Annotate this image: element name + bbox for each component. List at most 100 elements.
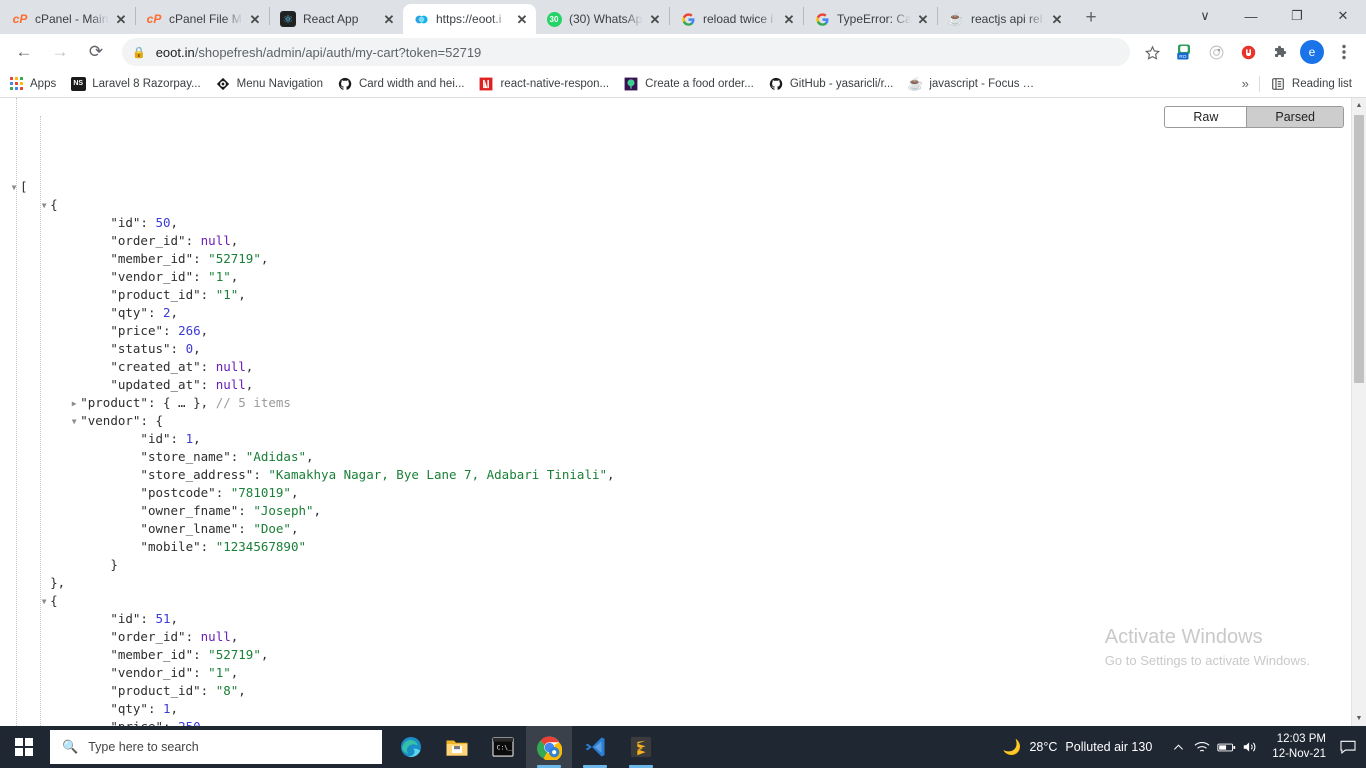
- json-line: "order_id": null,: [8, 232, 1351, 250]
- bookmark-item[interactable]: Menu Navigation: [215, 76, 323, 92]
- target-extension-icon[interactable]: [1203, 39, 1229, 65]
- json-token-k: "vendor": [80, 413, 141, 428]
- bookmark-item[interactable]: Card width and hei...: [337, 76, 464, 92]
- battery-icon[interactable]: [1214, 742, 1238, 753]
- taskbar-edge-icon[interactable]: [388, 726, 434, 768]
- bookmark-item[interactable]: NS Laravel 8 Razorpay...: [70, 76, 201, 92]
- bookmark-item[interactable]: react-native-respon...: [478, 76, 609, 92]
- bookmark-item[interactable]: GitHub - yasaricli/r...: [768, 76, 893, 92]
- json-line: "member_id": "52719",: [8, 646, 1351, 664]
- tab-search-button[interactable]: ∨: [1182, 0, 1228, 32]
- tab-close-icon[interactable]: ✕: [514, 11, 530, 27]
- json-token-p: : {: [140, 413, 164, 428]
- json-token-p: [: [20, 179, 28, 194]
- reload-button[interactable]: ⟳: [82, 38, 110, 66]
- cpanel-icon: cP: [12, 12, 28, 26]
- puzzle-extensions-icon[interactable]: [1267, 39, 1293, 65]
- collapse-triangle-icon[interactable]: [8, 179, 20, 197]
- json-token-k: "created_at": [110, 359, 201, 374]
- expand-triangle-icon[interactable]: [68, 395, 80, 413]
- tab-close-icon[interactable]: ✕: [915, 11, 931, 27]
- json-token-p: ,: [200, 323, 209, 338]
- json-line: "vendor_id": "1",: [8, 268, 1351, 286]
- tab-close-icon[interactable]: ✕: [781, 11, 797, 27]
- json-token-p: {: [50, 593, 58, 608]
- three-dot-menu-icon[interactable]: [1331, 39, 1357, 65]
- tab-close-icon[interactable]: ✕: [647, 11, 663, 27]
- json-token-s: "781019": [230, 485, 291, 500]
- browser-tab[interactable]: cP cPanel File M ✕: [136, 4, 269, 34]
- raw-tab[interactable]: Raw: [1165, 107, 1248, 127]
- bookmarks-overflow-button[interactable]: »: [1242, 76, 1249, 91]
- json-token-p: :: [253, 467, 269, 482]
- browser-tab[interactable]: 30 (30) WhatsAp ✕: [536, 4, 669, 34]
- profile-avatar[interactable]: e: [1300, 40, 1324, 64]
- browser-tab[interactable]: TypeError: Ca ✕: [804, 4, 937, 34]
- json-token-s: "Adidas": [245, 449, 307, 464]
- opera-touch-extension-icon[interactable]: [1235, 39, 1261, 65]
- json-line: "price": 250,: [8, 718, 1351, 726]
- tab-close-icon[interactable]: ✕: [113, 11, 129, 27]
- json-token-p: ,: [230, 269, 239, 284]
- window-controls: ∨ — ❐ ✕: [1182, 0, 1366, 32]
- json-token-k: "product_id": [110, 287, 201, 302]
- forward-button[interactable]: →: [46, 38, 74, 66]
- bookmark-item[interactable]: ☕ javascript - Focus st...: [907, 76, 1039, 92]
- browser-tab[interactable]: cP cPanel - Main ✕: [2, 4, 135, 34]
- weather-widget[interactable]: 🌙 28°C Polluted air 130: [1003, 738, 1153, 756]
- close-window-button[interactable]: ✕: [1320, 0, 1366, 32]
- json-token-p: {: [50, 197, 58, 212]
- maximize-button[interactable]: ❐: [1274, 0, 1320, 32]
- taskbar-command-prompt-icon[interactable]: C:\_: [480, 726, 526, 768]
- bookmark-label: Menu Navigation: [236, 77, 323, 90]
- bookmark-star-icon[interactable]: [1139, 39, 1165, 65]
- bookmark-label: react-native-respon...: [500, 77, 610, 90]
- json-token-n: 250: [178, 719, 201, 726]
- json-token-p: ,: [230, 233, 239, 248]
- parsed-tab[interactable]: Parsed: [1247, 107, 1343, 127]
- json-token-k: "member_id": [110, 647, 194, 662]
- json-token-p: ,: [245, 359, 254, 374]
- json-token-p: :: [193, 665, 209, 680]
- browser-tab[interactable]: ☕ reactjs api rel ✕: [938, 4, 1071, 34]
- scrollbar-thumb[interactable]: [1354, 115, 1364, 383]
- tab-close-icon[interactable]: ✕: [247, 11, 263, 27]
- json-token-nul: null: [200, 233, 231, 248]
- json-token-p: :: [170, 431, 186, 446]
- bookmark-item[interactable]: Create a food order...: [623, 76, 754, 92]
- json-token-n: 266: [178, 323, 201, 338]
- new-tab-button[interactable]: +: [1077, 4, 1105, 32]
- minimize-button[interactable]: —: [1228, 0, 1274, 32]
- taskbar-search-input[interactable]: 🔍 Type here to search: [50, 730, 382, 764]
- taskbar-sublime-text-icon[interactable]: [618, 726, 664, 768]
- json-line: "vendor": {: [8, 412, 1351, 430]
- reading-list-button[interactable]: Reading list: [1270, 76, 1352, 92]
- taskbar-file-explorer-icon[interactable]: [434, 726, 480, 768]
- tab-label: reactjs api rel: [971, 12, 1043, 26]
- scroll-up-arrow[interactable]: ▲: [1352, 98, 1366, 113]
- browser-tab[interactable]: ⚛ React App ✕: [270, 4, 403, 34]
- browser-tab-active[interactable]: https://eoot.i ✕: [403, 4, 536, 34]
- volume-icon[interactable]: [1238, 740, 1262, 754]
- bookmark-item[interactable]: Apps: [8, 76, 56, 92]
- json-token-s: "Doe": [253, 521, 291, 536]
- rearmouse-extension-icon[interactable]: RO: [1171, 39, 1197, 65]
- json-token-p: :: [185, 233, 201, 248]
- collapse-triangle-icon[interactable]: [68, 413, 80, 431]
- taskbar-clock[interactable]: 12:03 PM 12-Nov-21: [1272, 732, 1326, 762]
- url-path: /shopefresh/admin/api/auth/my-cart?token…: [194, 44, 482, 60]
- scroll-down-arrow[interactable]: ▼: [1352, 711, 1366, 726]
- browser-tab[interactable]: reload twice i ✕: [670, 4, 803, 34]
- chevron-up-icon[interactable]: [1166, 742, 1190, 753]
- notification-icon[interactable]: [1334, 740, 1362, 754]
- json-token-p: :: [147, 305, 164, 320]
- windows-start-icon[interactable]: [0, 726, 48, 768]
- back-button[interactable]: ←: [10, 38, 38, 66]
- wifi-icon[interactable]: [1190, 741, 1214, 754]
- address-bar[interactable]: 🔒 eoot.in/shopefresh/admin/api/auth/my-c…: [122, 38, 1130, 66]
- tab-close-icon[interactable]: ✕: [1049, 11, 1065, 27]
- taskbar-chrome-icon[interactable]: [526, 726, 572, 768]
- tab-close-icon[interactable]: ✕: [381, 11, 397, 27]
- taskbar-vscode-icon[interactable]: [572, 726, 618, 768]
- page-scrollbar[interactable]: ▲ ▼: [1351, 98, 1366, 726]
